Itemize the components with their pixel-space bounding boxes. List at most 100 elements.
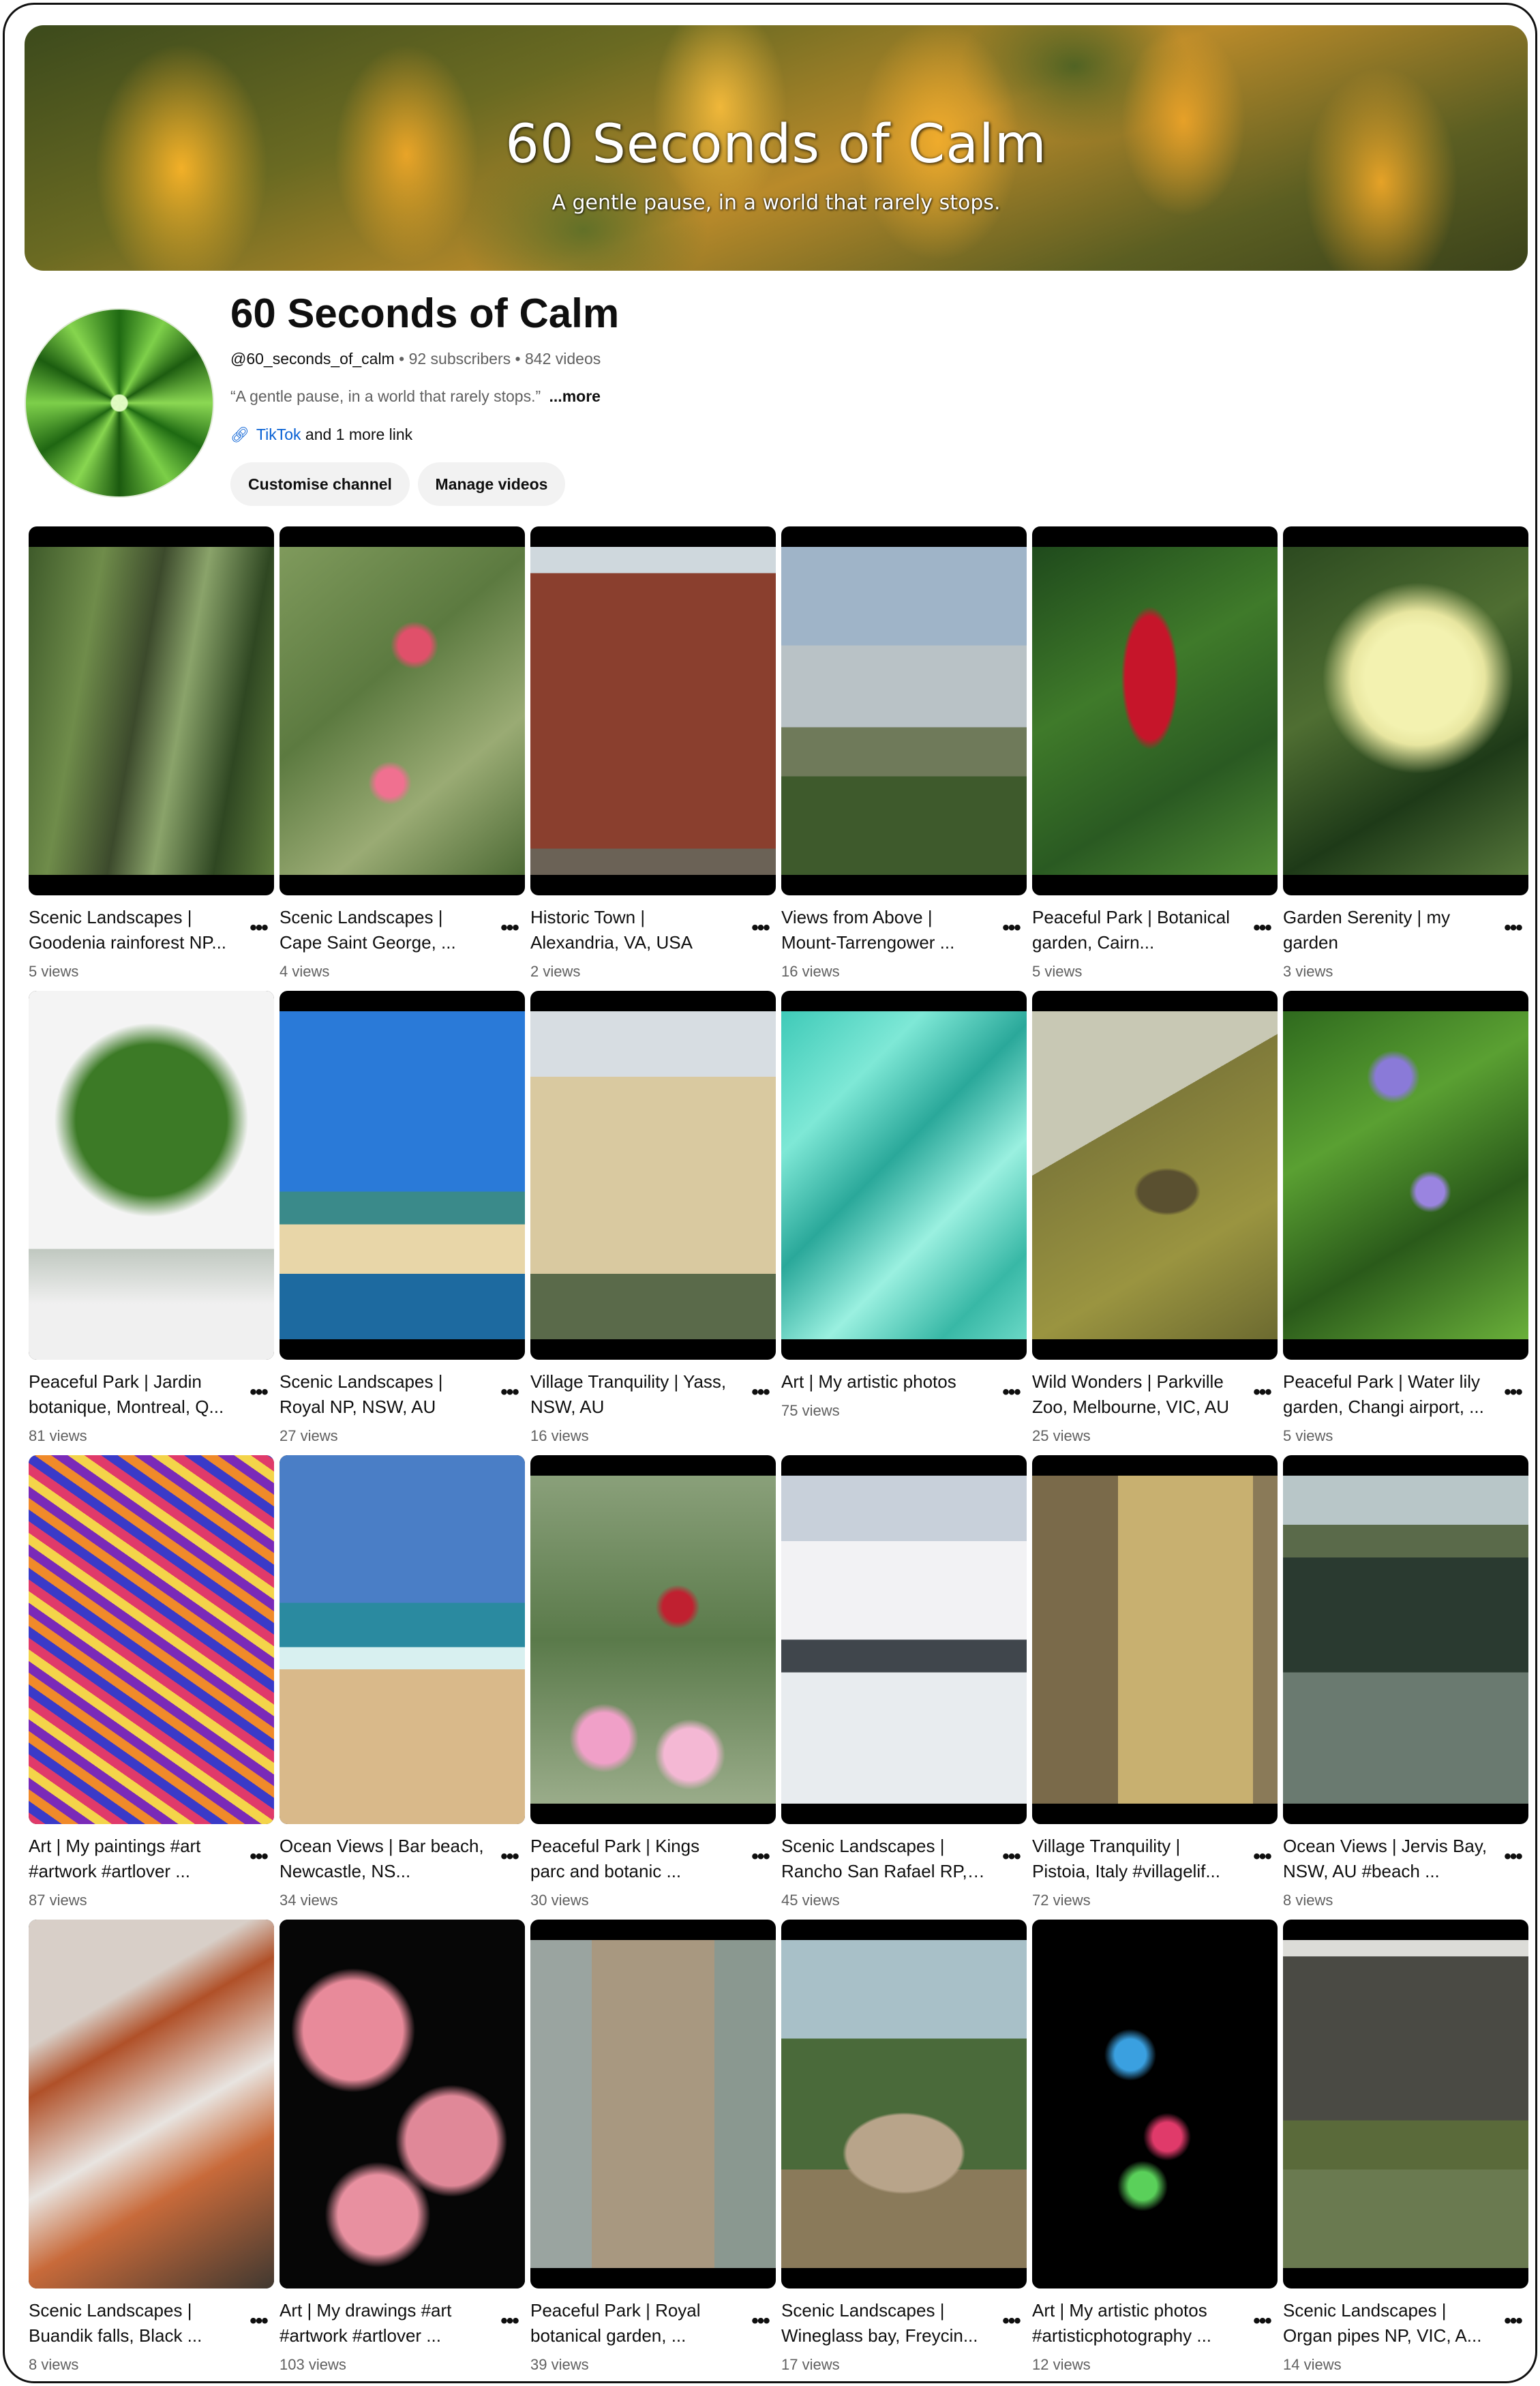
channel-avatar[interactable] (25, 308, 214, 498)
video-thumbnail[interactable] (530, 991, 776, 1360)
video-card[interactable]: Garden Serenity | my garden ••• 3 views (1283, 526, 1528, 991)
more-vert-icon[interactable]: ••• (498, 1847, 521, 1870)
video-title[interactable]: Scenic Landscapes | Cape Saint George, .… (280, 905, 484, 955)
video-title[interactable]: Scenic Landscapes | Royal NP, NSW, AU (280, 1369, 484, 1420)
video-card[interactable]: Scenic Landscapes | Cape Saint George, .… (280, 526, 525, 991)
video-thumbnail[interactable] (29, 526, 274, 895)
video-thumbnail[interactable] (280, 1920, 525, 2288)
video-thumbnail[interactable] (781, 1920, 1027, 2288)
video-card[interactable]: Scenic Landscapes | Organ pipes NP, VIC,… (1283, 1920, 1528, 2381)
video-title[interactable]: Village Tranquility | Yass, NSW, AU (530, 1369, 735, 1420)
video-title[interactable]: Scenic Landscapes | Wineglass bay, Freyc… (781, 2298, 986, 2348)
video-title[interactable]: Art | My drawings #art #artwork #artlove… (280, 2298, 484, 2348)
more-vert-icon[interactable]: ••• (498, 1382, 521, 1405)
video-thumbnail[interactable] (781, 1455, 1027, 1824)
more-vert-icon[interactable]: ••• (247, 1382, 270, 1405)
video-title[interactable]: Peaceful Park | Water lily garden, Chang… (1283, 1369, 1488, 1420)
channel-description[interactable]: “A gentle pause, in a world that rarely … (230, 387, 601, 406)
video-thumbnail[interactable] (280, 1455, 525, 1824)
more-vert-icon[interactable]: ••• (749, 1847, 772, 1870)
video-thumbnail[interactable] (530, 1920, 776, 2288)
video-title[interactable]: Scenic Landscapes | Goodenia rainforest … (29, 905, 233, 955)
video-thumbnail[interactable] (781, 526, 1027, 895)
video-title[interactable]: Historic Town | Alexandria, VA, USA (530, 905, 735, 955)
video-thumbnail[interactable] (1032, 1920, 1278, 2288)
more-vert-icon[interactable]: ••• (1501, 2311, 1524, 2334)
video-card[interactable]: Peaceful Park | Water lily garden, Chang… (1283, 991, 1528, 1455)
video-title[interactable]: Art | My paintings #art #artwork #artlov… (29, 1834, 233, 1884)
video-card[interactable]: Art | My paintings #art #artwork #artlov… (29, 1455, 274, 1920)
video-thumbnail[interactable] (29, 1920, 274, 2288)
video-card[interactable]: Art | My artistic photos ••• 75 views (781, 991, 1027, 1455)
video-card[interactable]: Views from Above | Mount-Tarrengower ...… (781, 526, 1027, 991)
video-title[interactable]: Art | My artistic photos #artisticphotog… (1032, 2298, 1237, 2348)
video-title[interactable]: Scenic Landscapes | Rancho San Rafael RP… (781, 1834, 986, 1884)
more-vert-icon[interactable]: ••• (749, 2311, 772, 2334)
more-vert-icon[interactable]: ••• (999, 1847, 1023, 1870)
tiktok-link[interactable]: TikTok (256, 426, 301, 443)
more-vert-icon[interactable]: ••• (498, 2311, 521, 2334)
more-vert-icon[interactable]: ••• (999, 2311, 1023, 2334)
more-vert-icon[interactable]: ••• (247, 918, 270, 941)
manage-videos-button[interactable]: Manage videos (418, 462, 565, 506)
video-title[interactable]: Peaceful Park | Royal botanical garden, … (530, 2298, 735, 2348)
more-vert-icon[interactable]: ••• (247, 2311, 270, 2334)
video-card[interactable]: Ocean Views | Bar beach, Newcastle, NS..… (280, 1455, 525, 1920)
more-vert-icon[interactable]: ••• (999, 1382, 1023, 1405)
description-more-link[interactable]: ...more (549, 387, 601, 405)
more-vert-icon[interactable]: ••• (1501, 1382, 1524, 1405)
video-title[interactable]: Art | My artistic photos (781, 1369, 986, 1395)
video-card[interactable]: Peaceful Park | Kings parc and botanic .… (530, 1455, 776, 1920)
video-card[interactable]: Wild Wonders | Parkville Zoo, Melbourne,… (1032, 991, 1278, 1455)
video-card[interactable]: Village Tranquility | Yass, NSW, AU ••• 16… (530, 991, 776, 1455)
video-thumbnail[interactable] (1032, 526, 1278, 895)
more-vert-icon[interactable]: ••• (498, 918, 521, 941)
video-title[interactable]: Village Tranquility | Pistoia, Italy #vi… (1032, 1834, 1237, 1884)
video-title[interactable]: Peaceful Park | Kings parc and botanic .… (530, 1834, 735, 1884)
video-thumbnail[interactable] (1283, 1920, 1528, 2288)
video-card[interactable]: Scenic Landscapes | Buandik falls, Black… (29, 1920, 274, 2381)
customise-channel-button[interactable]: Customise channel (230, 462, 410, 506)
video-thumbnail[interactable] (1283, 991, 1528, 1360)
more-links-link[interactable]: and 1 more link (305, 426, 412, 443)
video-thumbnail[interactable] (781, 991, 1027, 1360)
more-vert-icon[interactable]: ••• (1250, 918, 1273, 941)
more-vert-icon[interactable]: ••• (749, 918, 772, 941)
video-title[interactable]: Peaceful Park | Botanical garden, Cairn.… (1032, 905, 1237, 955)
more-vert-icon[interactable]: ••• (1501, 918, 1524, 941)
video-thumbnail[interactable] (1032, 991, 1278, 1360)
video-card[interactable]: Scenic Landscapes | Royal NP, NSW, AU •••… (280, 991, 525, 1455)
video-title[interactable]: Peaceful Park | Jardin botanique, Montre… (29, 1369, 233, 1420)
video-card[interactable]: Ocean Views | Jervis Bay, NSW, AU #beach… (1283, 1455, 1528, 1920)
video-title[interactable]: Views from Above | Mount-Tarrengower ... (781, 905, 986, 955)
video-card[interactable]: Scenic Landscapes | Rancho San Rafael RP… (781, 1455, 1027, 1920)
more-vert-icon[interactable]: ••• (247, 1847, 270, 1870)
video-card[interactable]: Scenic Landscapes | Goodenia rainforest … (29, 526, 274, 991)
video-thumbnail[interactable] (1032, 1455, 1278, 1824)
more-vert-icon[interactable]: ••• (1250, 1847, 1273, 1870)
video-thumbnail[interactable] (1283, 526, 1528, 895)
video-thumbnail[interactable] (29, 1455, 274, 1824)
video-thumbnail[interactable] (530, 1455, 776, 1824)
video-card[interactable]: Historic Town | Alexandria, VA, USA ••• 2 … (530, 526, 776, 991)
video-title[interactable]: Ocean Views | Bar beach, Newcastle, NS..… (280, 1834, 484, 1884)
video-card[interactable]: Scenic Landscapes | Wineglass bay, Freyc… (781, 1920, 1027, 2381)
more-vert-icon[interactable]: ••• (749, 1382, 772, 1405)
video-title[interactable]: Scenic Landscapes | Organ pipes NP, VIC,… (1283, 2298, 1488, 2348)
video-thumbnail[interactable] (1283, 1455, 1528, 1824)
video-card[interactable]: Art | My drawings #art #artwork #artlove… (280, 1920, 525, 2381)
video-thumbnail[interactable] (280, 991, 525, 1360)
more-vert-icon[interactable]: ••• (1501, 1847, 1524, 1870)
video-title[interactable]: Scenic Landscapes | Buandik falls, Black… (29, 2298, 233, 2348)
video-thumbnail[interactable] (530, 526, 776, 895)
more-vert-icon[interactable]: ••• (1250, 2311, 1273, 2334)
video-title[interactable]: Wild Wonders | Parkville Zoo, Melbourne,… (1032, 1369, 1237, 1420)
video-card[interactable]: Art | My artistic photos #artisticphotog… (1032, 1920, 1278, 2381)
video-card[interactable]: Peaceful Park | Jardin botanique, Montre… (29, 991, 274, 1455)
video-thumbnail[interactable] (29, 991, 274, 1360)
video-title[interactable]: Garden Serenity | my garden (1283, 905, 1488, 955)
video-card[interactable]: Peaceful Park | Botanical garden, Cairn.… (1032, 526, 1278, 991)
more-vert-icon[interactable]: ••• (1250, 1382, 1273, 1405)
more-vert-icon[interactable]: ••• (999, 918, 1023, 941)
video-thumbnail[interactable] (280, 526, 525, 895)
